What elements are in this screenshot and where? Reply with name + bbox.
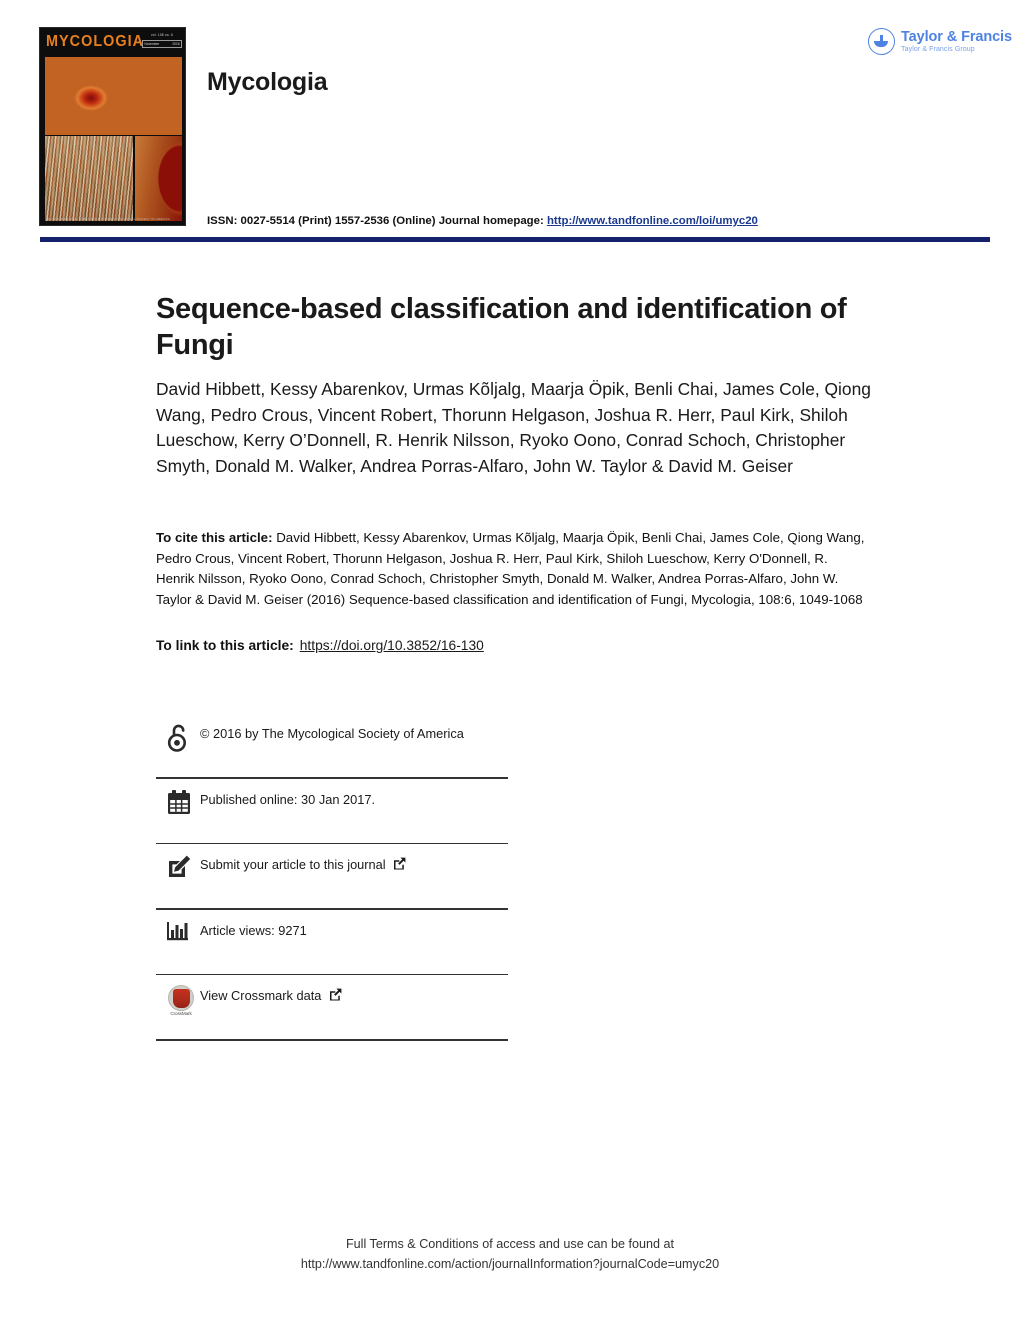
crossmark-badge: CrossMark (166, 985, 196, 1019)
metadata-row-views: Article views: 9271 (156, 910, 508, 974)
publisher-name: Taylor & Francis (901, 29, 1012, 45)
calendar-icon (156, 789, 200, 816)
crossmark-label: CrossMark (170, 1011, 192, 1017)
doi-label: To link to this article: (156, 638, 294, 653)
cover-masthead: MYCOLOGIA vol. 108 no. 6 November 2016 (40, 28, 185, 55)
header-divider (40, 237, 990, 242)
article-metadata-list: © 2016 by The Mycological Society of Ame… (156, 713, 508, 1041)
citation-block: To cite this article: David Hibbett, Kes… (156, 528, 866, 610)
metadata-row-crossmark[interactable]: CrossMark View Crossmark data (156, 975, 508, 1039)
cover-date-box: November 2016 (142, 39, 182, 48)
page-header: MYCOLOGIA vol. 108 no. 6 November 2016 O… (0, 0, 1020, 250)
journal-homepage-link[interactable]: http://www.tandfonline.com/loi/umyc20 (547, 215, 758, 227)
external-link-icon (329, 988, 342, 1006)
issn-text: ISSN: 0027-5514 (Print) 1557-2536 (Onlin… (207, 215, 547, 227)
doi-link[interactable]: https://doi.org/10.3852/16-130 (300, 638, 484, 653)
metadata-row-copyright: © 2016 by The Mycological Society of Ame… (156, 713, 508, 777)
external-link-icon (393, 857, 406, 875)
cover-masthead-title: MYCOLOGIA (46, 33, 145, 50)
publisher-group: Taylor & Francis Group (901, 46, 975, 53)
cover-photo-cup-fungi (45, 57, 182, 135)
journal-name: Mycologia (207, 68, 328, 96)
journal-cover-thumbnail[interactable]: MYCOLOGIA vol. 108 no. 6 November 2016 O… (39, 27, 186, 226)
cover-date-month: November (144, 41, 160, 46)
footer-terms-line: Full Terms & Conditions of access and us… (345, 1237, 675, 1251)
copyright-text: © 2016 by The Mycological Society of Ame… (200, 726, 464, 741)
submit-article-label: Submit your article to this journal (200, 857, 386, 873)
crossmark-link[interactable]: View Crossmark data (200, 985, 342, 1006)
crossmark-shield (172, 988, 190, 1008)
published-date-text: Published online: 30 Jan 2017. (200, 791, 376, 807)
cover-photo-microscopy (45, 136, 133, 221)
issn-line: ISSN: 0027-5514 (Print) 1557-2536 (Onlin… (207, 215, 758, 227)
citation-label: To cite this article: (156, 530, 273, 545)
author-list: David Hibbett, Kessy Abarenkov, Urmas Kõ… (156, 379, 871, 476)
open-access-icon (156, 723, 200, 753)
crossmark-label-text: View Crossmark data (200, 988, 322, 1004)
footer-url-line: http://www.tandfonline.com/action/journa… (300, 1257, 720, 1271)
cover-issue-box: vol. 108 no. 6 November 2016 (142, 33, 182, 48)
bar-chart-icon (156, 920, 200, 942)
article-title: Sequence-based classification and identi… (156, 293, 847, 362)
cover-footer-line: OFFICIAL BIMONTHLY PUBLICATION OF THE MY… (46, 218, 171, 221)
page-footer: Full Terms & Conditions of access and us… (0, 1234, 1020, 1274)
submit-article-link[interactable]: Submit your article to this journal (200, 854, 406, 875)
cover-volume-line: vol. 108 no. 6 (151, 33, 173, 37)
article-views-text: Article views: 9271 (200, 922, 307, 938)
metadata-row-submit[interactable]: Submit your article to this journal (156, 844, 508, 908)
crossmark-icon: CrossMark (156, 985, 200, 1019)
cover-date-year: 2016 (172, 41, 180, 46)
cover-photo-apothecium (135, 136, 182, 221)
pencil-icon (156, 854, 200, 880)
taylor-francis-mark-icon (868, 28, 895, 55)
taylor-francis-logo[interactable]: Taylor & Francis Taylor & Francis Group (868, 26, 1012, 60)
metadata-divider (156, 1039, 508, 1041)
metadata-row-published: Published online: 30 Jan 2017. (156, 779, 508, 843)
doi-link-block: To link to this article: https://doi.org/… (156, 638, 484, 653)
